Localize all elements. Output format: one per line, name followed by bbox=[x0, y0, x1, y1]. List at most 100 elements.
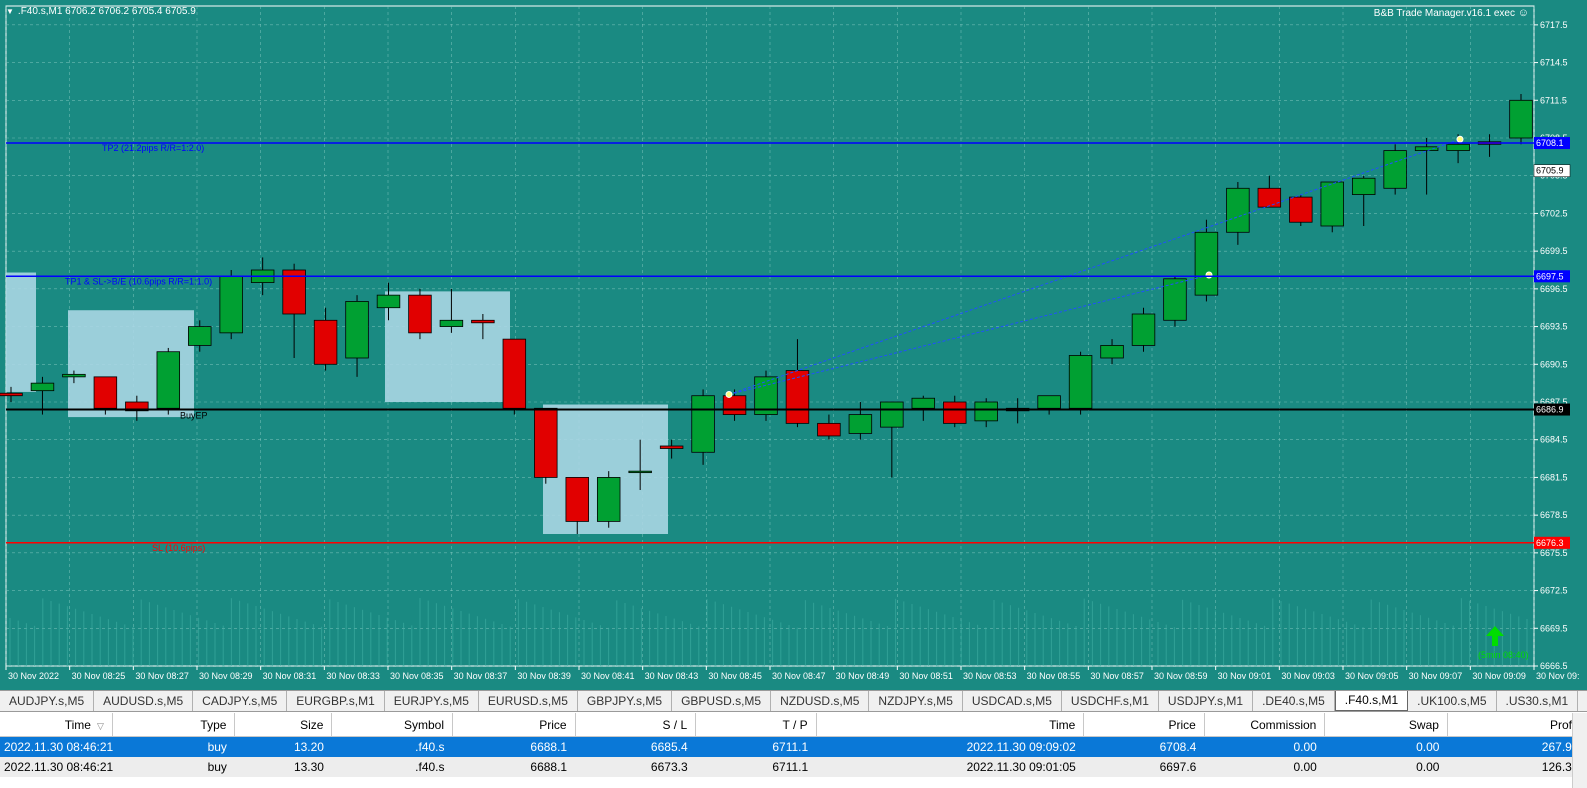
symbol-tab[interactable]: USDCAD.s,M5 bbox=[963, 691, 1062, 711]
y-axis-label: 6672.5 bbox=[1540, 586, 1568, 596]
bull-candle bbox=[880, 401, 904, 428]
symbol-tab[interactable]: AUDUSD.s,M5 bbox=[94, 691, 194, 711]
symbol-tab[interactable]: .F40.s,M1 bbox=[1334, 691, 1409, 711]
entry-line-price-text: 6686.9 bbox=[1536, 405, 1564, 415]
column-header-label: Price bbox=[1168, 717, 1196, 732]
table-cell: 6685.4 bbox=[575, 736, 696, 757]
column-header[interactable]: Time bbox=[816, 713, 1085, 737]
bull-candle bbox=[1194, 231, 1219, 296]
bear-candle bbox=[943, 401, 967, 424]
bear-candle bbox=[1257, 187, 1282, 208]
bull-candle bbox=[1226, 187, 1250, 233]
column-header[interactable]: Price bbox=[452, 713, 576, 737]
column-header[interactable]: Commission bbox=[1204, 713, 1326, 737]
bull-candle bbox=[1320, 181, 1344, 227]
x-axis-label: 30 Nov 08:59 bbox=[1154, 671, 1208, 681]
column-header[interactable]: Profit bbox=[1447, 713, 1587, 737]
symbol-tab[interactable]: EURJPY.s,M5 bbox=[385, 691, 479, 711]
x-axis-label: 30 Nov 09: bbox=[1536, 671, 1580, 681]
symbol-tab[interactable]: USDJPY.s,M1 bbox=[1159, 691, 1254, 711]
x-axis-label: 30 Nov 08:31 bbox=[263, 671, 317, 681]
column-header[interactable]: T / P bbox=[695, 713, 817, 737]
symbol-tab[interactable]: NZDJPY.s,M5 bbox=[869, 691, 963, 711]
x-axis-label: 30 Nov 09:09 bbox=[1472, 671, 1526, 681]
bull-candle bbox=[691, 395, 715, 453]
bull-candle bbox=[1351, 177, 1376, 195]
table-cell: 267.96 bbox=[1447, 736, 1587, 757]
bear-candle bbox=[534, 407, 558, 478]
price-chart[interactable]: 30 Nov 2022 30 Nov 08:25 30 Nov 08:27 30 No… bbox=[0, 0, 1587, 690]
x-axis-label: 30 Nov 09:07 bbox=[1409, 671, 1463, 681]
table-cell: .f40.s bbox=[331, 736, 453, 757]
bull-candle bbox=[596, 477, 621, 522]
column-header[interactable]: Price bbox=[1083, 713, 1205, 737]
x-axis-label: 30 Nov 08:53 bbox=[963, 671, 1017, 681]
bull-candle bbox=[439, 319, 464, 327]
entry-line-label: BuyEP bbox=[180, 411, 208, 421]
range-box bbox=[385, 291, 510, 402]
symbol-tab[interactable]: .UK100.s,M5 bbox=[1408, 691, 1497, 711]
symbol-tab[interactable]: EURGBP.s,M1 bbox=[287, 691, 385, 711]
column-header[interactable]: Time ▽ bbox=[0, 713, 113, 737]
table-cell: 2022.11.30 08:46:21 bbox=[0, 757, 113, 777]
column-header[interactable]: Type bbox=[112, 713, 236, 737]
trade-marker bbox=[725, 390, 733, 398]
y-axis-label: 6714.5 bbox=[1540, 58, 1568, 68]
column-header-label: Time bbox=[1049, 717, 1076, 732]
column-header-label: Commission bbox=[1250, 717, 1317, 732]
table-cell: 0.00 bbox=[1204, 736, 1325, 757]
column-header[interactable]: Swap bbox=[1324, 713, 1448, 737]
column-header[interactable]: Symbol bbox=[331, 713, 454, 737]
table-scrollbar[interactable] bbox=[1572, 713, 1587, 788]
symbol-tab[interactable]: .U bbox=[1578, 691, 1587, 711]
tp2-line-price-text: 6708.1 bbox=[1536, 138, 1564, 148]
smile-icon: ☺ bbox=[1517, 7, 1529, 19]
symbol-tab[interactable]: EURUSD.s,M5 bbox=[479, 691, 578, 711]
symbol-tab[interactable]: GBPJPY.s,M5 bbox=[578, 691, 673, 711]
bear-candle bbox=[313, 319, 338, 365]
caret-down-icon[interactable]: ▼ bbox=[6, 7, 14, 16]
x-axis-label: 30 Nov 09:05 bbox=[1345, 671, 1399, 681]
bear-candle bbox=[817, 422, 841, 437]
table-cell: 126.35 bbox=[1447, 757, 1587, 777]
symbol-tab[interactable]: USDCHF.s,M1 bbox=[1062, 691, 1159, 711]
y-axis-label: 6684.5 bbox=[1540, 435, 1568, 445]
bear-candle bbox=[471, 319, 495, 324]
table-cell: 6708.4 bbox=[1083, 736, 1205, 757]
symbol-tab[interactable]: GBPUSD.s,M5 bbox=[672, 691, 772, 711]
y-axis-label: 6711.5 bbox=[1540, 95, 1567, 105]
table-row[interactable]: 2022.11.30 08:46:21 buy 13.30 .f40.s 6688.1 6… bbox=[0, 757, 1587, 777]
symbol-tab[interactable]: CADJPY.s,M5 bbox=[193, 691, 288, 711]
x-axis-label: 30 Nov 08:47 bbox=[772, 671, 826, 681]
bull-candle bbox=[1446, 143, 1470, 151]
table-cell: buy bbox=[112, 757, 235, 777]
bull-candle bbox=[1383, 150, 1407, 189]
table-cell: .f40.s bbox=[331, 757, 453, 777]
bear-candle bbox=[659, 445, 684, 449]
bull-candle bbox=[345, 301, 369, 359]
column-header[interactable]: Size bbox=[234, 713, 333, 737]
column-header-label: Symbol bbox=[404, 717, 445, 732]
range-box bbox=[6, 272, 36, 392]
bear-candle bbox=[785, 370, 810, 424]
symbol-tab[interactable]: .US30.s,M1 bbox=[1497, 691, 1579, 711]
symbol-tab[interactable]: AUDJPY.s,M5 bbox=[0, 691, 95, 711]
symbol-tab[interactable]: NZDUSD.s,M5 bbox=[771, 691, 870, 711]
bull-candle bbox=[628, 470, 652, 474]
table-cell: buy bbox=[112, 736, 235, 757]
trade-connector-line bbox=[728, 138, 1461, 395]
sl-line-label: SL (10.6pips) bbox=[152, 543, 205, 553]
table-cell: 2022.11.30 08:46:21 bbox=[0, 736, 113, 757]
tp2-line-label: TP2 (21.2pips R/R=1:2.0) bbox=[102, 143, 204, 153]
table-cell: 6711.1 bbox=[695, 757, 817, 777]
chart-area[interactable]: 30 Nov 2022 30 Nov 08:25 30 Nov 08:27 30 No… bbox=[0, 0, 1587, 691]
bear-candle bbox=[0, 392, 23, 397]
column-header-label: T / P bbox=[782, 717, 808, 732]
symbol-tab[interactable]: .DE40.s,M5 bbox=[1253, 691, 1335, 711]
chart-title: ▼ .F40.s,M1 6706.2 6706.2 6705.4 6705.9 bbox=[6, 6, 196, 17]
bull-candle bbox=[974, 401, 998, 422]
column-header[interactable]: S / L bbox=[575, 713, 697, 737]
y-axis-label: 6693.5 bbox=[1540, 322, 1568, 332]
table-row[interactable]: 2022.11.30 08:46:21 buy 13.20 .f40.s 6688.1 6… bbox=[0, 736, 1587, 757]
table-cell: 13.20 bbox=[234, 736, 332, 757]
